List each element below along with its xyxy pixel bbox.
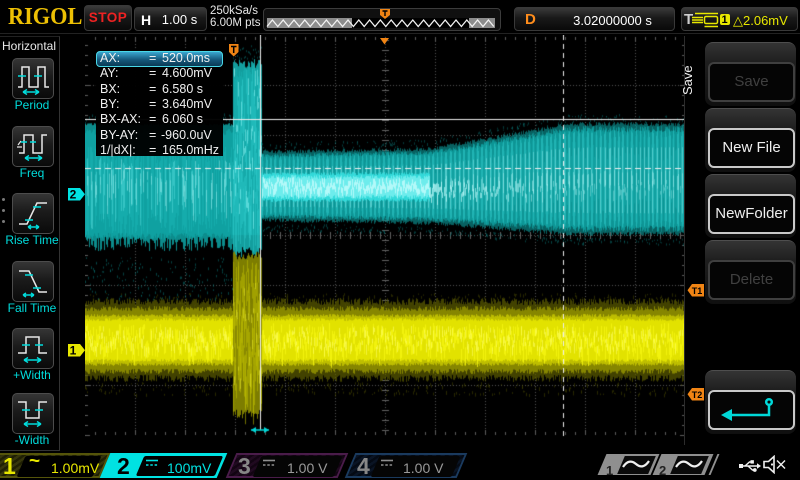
svg-text:1: 1 — [70, 344, 77, 358]
svg-text:2: 2 — [70, 188, 77, 202]
svg-text:T2: T2 — [692, 390, 703, 400]
svg-text:T1: T1 — [692, 286, 703, 296]
